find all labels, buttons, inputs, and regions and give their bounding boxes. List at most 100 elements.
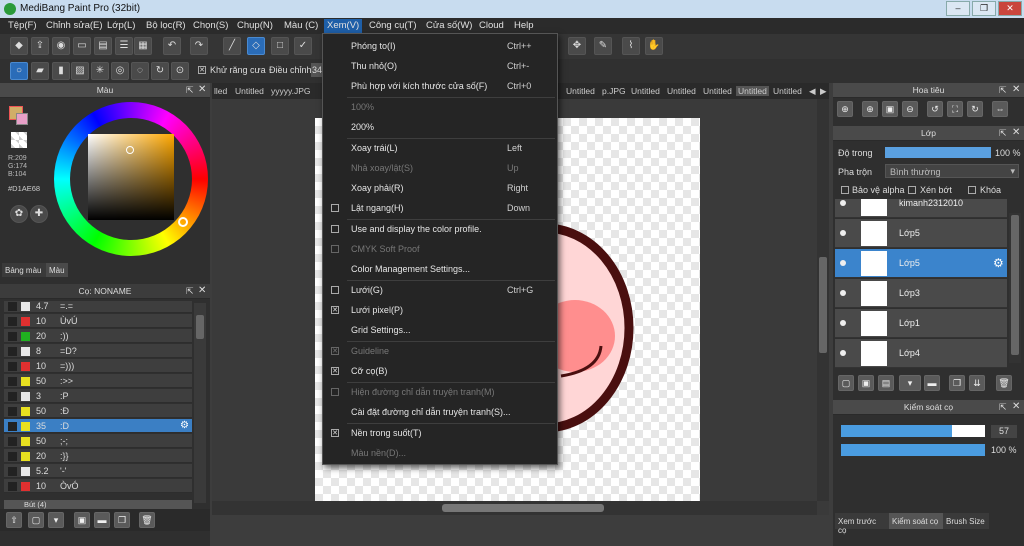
hand-icon[interactable]: ✋ (645, 37, 663, 55)
layers-close-icon[interactable]: ✕ (1012, 127, 1020, 138)
horizontal-scrollbar[interactable] (212, 501, 817, 515)
doc-tab[interactable]: Untitled (235, 86, 264, 96)
view-menu-item[interactable]: 200% (323, 117, 557, 137)
navigator-float-icon[interactable]: ⇱ (999, 85, 1007, 96)
brush-settings-gear-icon[interactable]: ⚙ (180, 420, 189, 431)
comment-icon[interactable]: ◉ (52, 37, 70, 55)
lock-checkbox[interactable] (968, 186, 976, 194)
protect-alpha-checkbox[interactable] (841, 186, 849, 194)
fit-icon[interactable]: ▣ (882, 101, 898, 117)
view-menu-item[interactable]: Color Management Settings... (323, 259, 557, 279)
grid-icon[interactable]: ▦ (134, 37, 152, 55)
maximize-button[interactable]: ❐ (972, 1, 996, 16)
brush-item[interactable]: 10 =))) (4, 359, 192, 373)
doc-tab[interactable]: lled (214, 86, 227, 96)
doc-tab[interactable]: Untitled (667, 86, 696, 96)
navigator-close-icon[interactable]: ✕ (1012, 84, 1020, 95)
palette-add-icon[interactable]: ✚ (30, 205, 48, 223)
layer-item[interactable]: Lớp5 ⚙ (835, 249, 1007, 278)
layer-item[interactable]: Lớp5 (835, 219, 1007, 248)
brush-tool-icon[interactable]: ╱ (223, 37, 241, 55)
zoom-in-icon[interactable]: ⊕ (837, 101, 853, 117)
view-menu-item[interactable]: ✕ Lưới pixel(P) (323, 300, 557, 320)
brush-item[interactable]: 20:}} (4, 449, 192, 463)
speech-icon[interactable]: ▭ (73, 37, 91, 55)
menu-snap[interactable]: Chụp(N) (237, 20, 273, 31)
radial-icon[interactable]: ◎ (111, 62, 129, 80)
stripe-icon[interactable]: ▰ (31, 62, 49, 80)
duplicate-layer-icon[interactable]: ❐ (949, 375, 965, 391)
menu-filter[interactable]: Bộ lọc(R) (146, 20, 186, 31)
menu-cloud[interactable]: Cloud (479, 20, 504, 31)
menu-file[interactable]: Tệp(F) (8, 20, 37, 31)
brush-upload-icon[interactable]: ⇧ (6, 512, 22, 528)
tab-color[interactable]: Màu (46, 263, 68, 277)
eraser-tool-icon[interactable]: ◇ (247, 37, 265, 55)
brush-item[interactable]: 10 ÙvÚ (4, 314, 192, 328)
view-menu-item[interactable]: Phóng to(I) Ctrl++ (323, 36, 557, 56)
vertical-scrollbar[interactable] (817, 99, 829, 501)
sparkle-icon[interactable]: ✳ (91, 62, 109, 80)
doc-tab[interactable]: Untitled (703, 86, 732, 96)
tab-scroll-right-icon[interactable]: ▶ (820, 86, 827, 97)
minimize-button[interactable]: – (946, 1, 970, 16)
view-menu-item[interactable]: Thu nhỏ(O) Ctrl+- (323, 56, 557, 76)
doc-tab[interactable]: Untitled (631, 86, 660, 96)
new-layer-1bit-icon[interactable]: ▤ (878, 375, 894, 391)
menu-window[interactable]: Cửa số(W) (426, 20, 472, 31)
brush-new-icon[interactable]: ▢ (28, 512, 44, 528)
rotate-left-icon[interactable]: ↺ (927, 101, 943, 117)
brush-item[interactable]: 50 ;-; (4, 434, 192, 448)
sv-cursor[interactable] (126, 146, 134, 154)
brush-control-float-icon[interactable]: ⇱ (999, 402, 1007, 413)
panel-close-icon[interactable]: ✕ (198, 84, 206, 95)
rect-select-icon[interactable]: □ (271, 37, 289, 55)
brush-scrollbar[interactable] (194, 303, 206, 503)
view-menu-item[interactable]: Phù hợp với kích thước cửa số(F) Ctrl+0 (323, 76, 557, 96)
rotate-right-icon[interactable]: ↻ (967, 101, 983, 117)
tab-swatches[interactable]: Bảng màu (2, 263, 46, 277)
fill-icon[interactable]: ▮ (52, 62, 70, 80)
brush-panel-close-icon[interactable]: ✕ (198, 285, 206, 296)
menu-tools[interactable]: Công cụ(T) (369, 20, 417, 31)
brush-copy-icon[interactable]: ▣ (74, 512, 90, 528)
view-menu-item[interactable]: Lưới(G) Ctrl+G (323, 280, 557, 300)
flip-icon[interactable]: ⇔ (992, 101, 1008, 117)
palette-icon[interactable]: ✿ (10, 205, 28, 223)
blend-select[interactable]: Bình thường ▾ (885, 164, 1019, 178)
tab-scroll-left-icon[interactable]: ◀ (809, 86, 816, 97)
view-menu-item[interactable]: ✕ Cỡ cọ(B) (323, 361, 557, 381)
hue-cursor[interactable] (178, 217, 188, 227)
layer-item[interactable]: Lớp4 (835, 339, 1007, 368)
target-icon[interactable]: ⊙ (171, 62, 189, 80)
view-menu-item[interactable]: Use and display the color profile. (323, 219, 557, 239)
doc-tab-active[interactable]: Untitled (736, 86, 769, 96)
pattern-icon[interactable]: ▨ (71, 62, 89, 80)
new-canvas-icon[interactable]: ◆ (10, 37, 28, 55)
brush-panel-float-icon[interactable]: ⇱ (186, 286, 194, 297)
brush-item[interactable]: 50:Đ (4, 404, 192, 418)
rotate-icon[interactable]: ↻ (151, 62, 169, 80)
menu-edit[interactable]: Chỉnh sửa(E) (46, 20, 103, 31)
brush-item[interactable]: 50:>> (4, 374, 192, 388)
tab-brush-preview[interactable]: Xem trước cọ (835, 513, 889, 535)
brush-add-icon[interactable]: ▾ (48, 512, 64, 528)
brush-item[interactable]: 35:D ⚙ (4, 419, 192, 433)
brush-folder-icon[interactable]: ▬ (94, 512, 110, 528)
layer-settings-gear-icon[interactable]: ⚙ (993, 256, 1004, 270)
doc-tab[interactable]: Untitled (773, 86, 802, 96)
menu-select[interactable]: Chọn(S) (193, 20, 228, 31)
view-menu-item[interactable]: Cài đặt đường chỉ dẫn truyện tranh(S)... (323, 402, 557, 422)
doc-tab[interactable]: p.JPG (602, 86, 626, 96)
menu-help[interactable]: Help (514, 20, 534, 31)
transparent-swatch[interactable] (11, 132, 27, 148)
antialias-checkbox[interactable]: ✕ (198, 66, 206, 74)
layer-visibility-icon[interactable] (840, 350, 846, 356)
check-tool-icon[interactable]: ✓ (294, 37, 312, 55)
brush-delete-icon[interactable]: 🗑 (139, 512, 155, 528)
layer-visibility-icon[interactable] (840, 290, 846, 296)
transform-icon[interactable]: ✥ (568, 37, 586, 55)
fullscreen-icon[interactable]: ⛶ (947, 101, 963, 117)
add-layer-menu-icon[interactable]: ▾ (899, 375, 921, 391)
doc-tab[interactable]: yyyyy.JPG (271, 86, 311, 96)
